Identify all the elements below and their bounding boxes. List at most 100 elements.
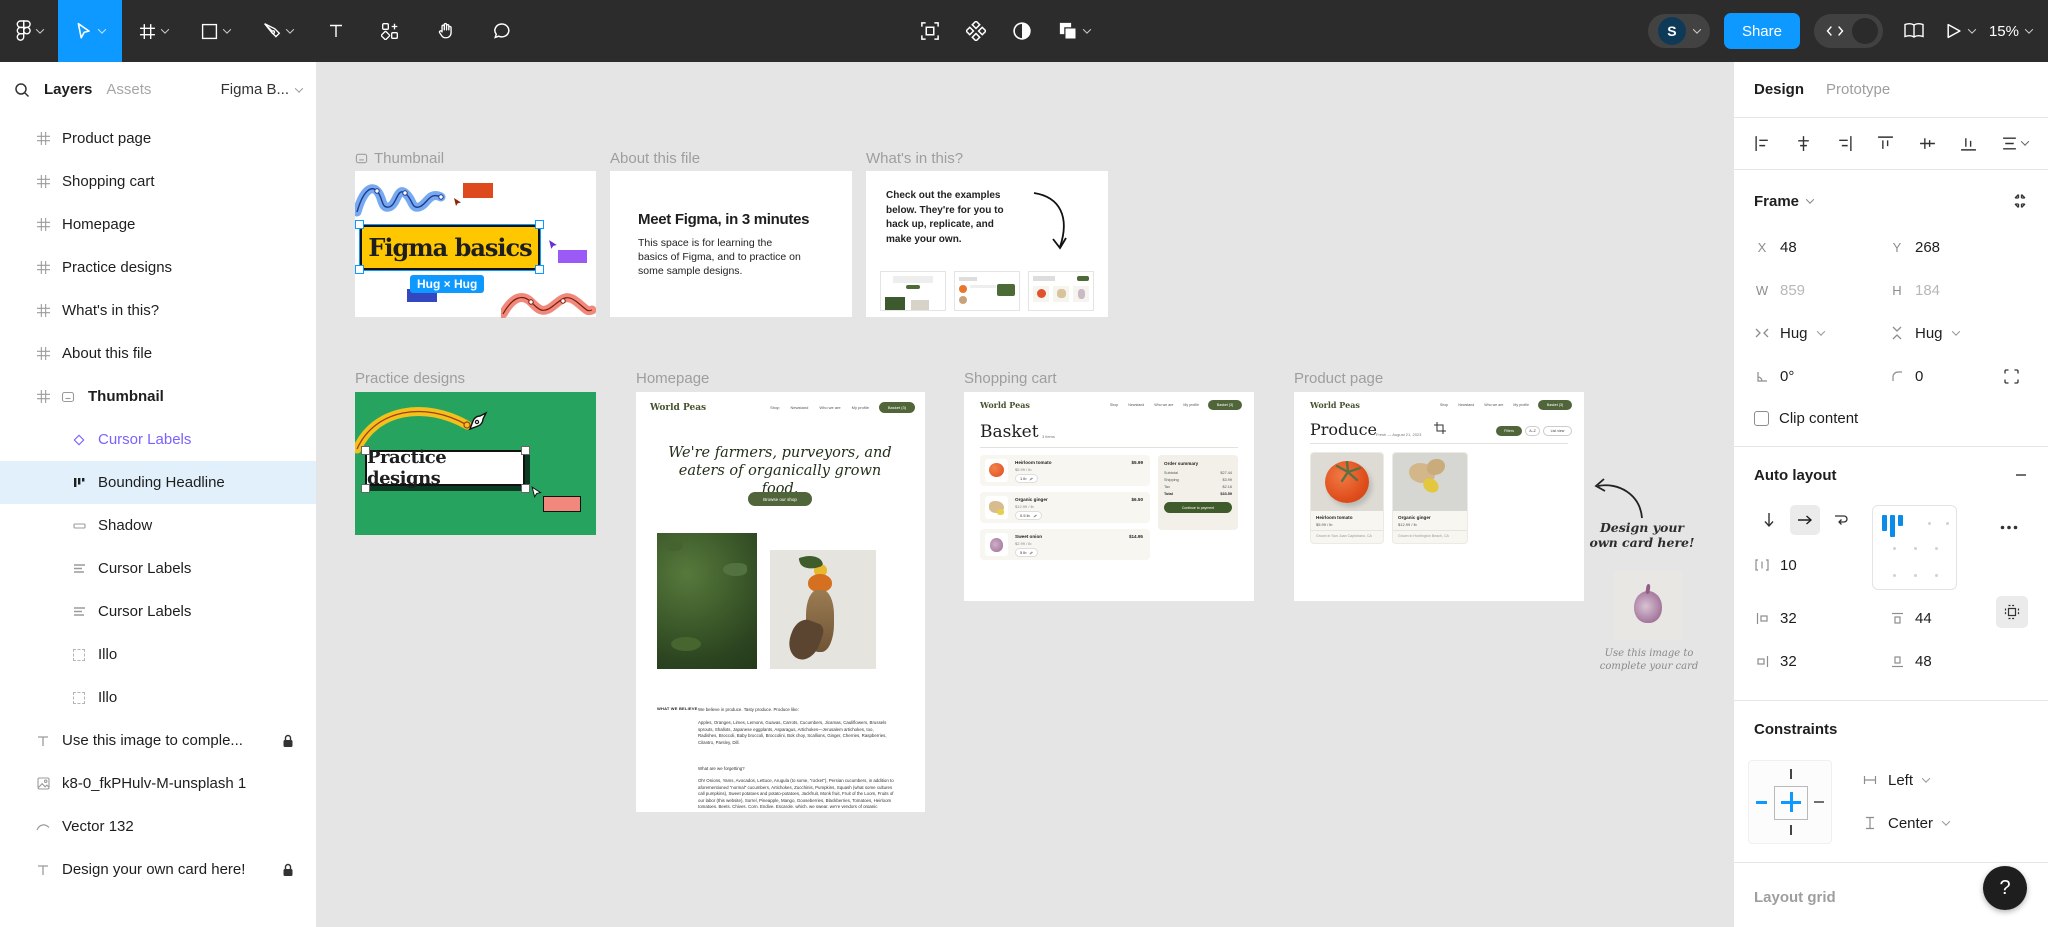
frame-label-product[interactable]: Product page (1294, 370, 1383, 387)
basket-button[interactable]: Basket (3) (1538, 400, 1572, 410)
actions-tool-button[interactable] (362, 0, 418, 62)
help-button[interactable]: ? (1983, 866, 2027, 910)
constraints-widget[interactable] (1748, 760, 1832, 844)
selection-handle[interactable] (535, 265, 544, 274)
library-icon[interactable] (1903, 22, 1925, 40)
collapse-panel-icon[interactable] (2012, 193, 2028, 209)
canvas[interactable]: Thumbnail About this file What's in this… (316, 62, 1734, 927)
hand-tool-button[interactable] (418, 0, 474, 62)
layer-row-shopping-cart[interactable]: Shopping cart (0, 160, 316, 203)
tab-prototype[interactable]: Prototype (1826, 81, 1890, 98)
frame-whats[interactable]: Check out the examples below. They're fo… (866, 171, 1108, 317)
nav-who-we-are[interactable]: Who we are (819, 405, 840, 410)
frame-label-whats[interactable]: What's in this? (866, 150, 963, 167)
direction-horizontal-icon[interactable] (1790, 505, 1820, 535)
clip-content-checkbox[interactable]: Clip content (1754, 403, 1858, 433)
frame-practice[interactable]: Practice designs (355, 392, 596, 535)
figma-basics-box[interactable]: Figma basics (360, 225, 540, 270)
selection-handle[interactable] (355, 220, 364, 229)
lock-icon[interactable] (282, 734, 294, 748)
padding-right-field[interactable]: 32 (1754, 646, 1797, 676)
rotation-field[interactable]: 0° (1754, 361, 1794, 391)
frame-label-shopping[interactable]: Shopping cart (964, 370, 1057, 387)
layer-row-cursor-labels[interactable]: Cursor Labels (0, 547, 316, 590)
layer-row-thumbnail[interactable]: Thumbnail (0, 375, 316, 418)
vertical-resizing-dropdown[interactable]: Hug (1889, 318, 1959, 348)
edit-object-icon[interactable] (920, 21, 940, 41)
independent-padding-toggle[interactable] (1996, 596, 2028, 628)
quantity-field[interactable]: 5 lb (1015, 548, 1038, 557)
horizontal-constraint-dropdown[interactable]: Left (1862, 765, 1929, 795)
x-position-field[interactable]: X48 (1754, 232, 1797, 262)
cart-item-row[interactable]: Heirloom tomato $5.99 / lb 1 lb $5.99 (980, 455, 1150, 486)
sort-chip[interactable]: A–Z (1525, 426, 1540, 436)
align-vertical-center-icon[interactable] (1919, 135, 1936, 152)
component-icon[interactable] (966, 21, 986, 41)
lock-icon[interactable] (282, 863, 294, 877)
move-tool-button[interactable] (58, 0, 122, 62)
layer-row-use-this-image[interactable]: Use this image to comple... (0, 719, 316, 762)
corner-radius-field[interactable]: 0 (1889, 361, 1923, 391)
comment-tool-button[interactable] (474, 0, 530, 62)
wrap-icon[interactable] (1826, 505, 1856, 535)
zoom-menu[interactable]: 15% (1989, 23, 2032, 40)
frame-type-dropdown[interactable]: Frame (1754, 193, 1813, 210)
cart-item-row[interactable]: Sweet onion $2.99 / lb 5 lb $14.95 (980, 529, 1150, 560)
frame-thumbnail[interactable]: Figma basics Hug × Hug (355, 171, 596, 317)
frame-label-homepage[interactable]: Homepage (636, 370, 709, 387)
frame-label-thumbnail[interactable]: Thumbnail (355, 150, 444, 167)
layer-row-illo[interactable]: Illo (0, 633, 316, 676)
frame-label-about[interactable]: About this file (610, 150, 700, 167)
vertical-constraint-dropdown[interactable]: Center (1862, 808, 1949, 838)
layer-row-shadow[interactable]: Shadow (0, 504, 316, 547)
browse-shop-button[interactable]: Browse our shop (748, 492, 812, 506)
search-icon[interactable] (14, 82, 30, 98)
layer-row-practice-designs[interactable]: Practice designs (0, 246, 316, 289)
share-button[interactable]: Share (1724, 13, 1800, 49)
tab-layers[interactable]: Layers (44, 81, 92, 98)
layer-row-product-page[interactable]: Product page (0, 117, 316, 160)
selection-handle[interactable] (521, 446, 530, 455)
shape-tool-button[interactable] (184, 0, 246, 62)
padding-left-field[interactable]: 32 (1754, 603, 1797, 633)
basket-button[interactable]: Basket (3) (879, 402, 915, 413)
selection-handle[interactable] (521, 484, 530, 493)
y-position-field[interactable]: Y268 (1889, 232, 1940, 262)
layer-row-whats-in-this[interactable]: What's in this? (0, 289, 316, 332)
align-top-icon[interactable] (1877, 135, 1894, 152)
nav-profile[interactable]: My profile (852, 405, 869, 410)
selection-handle[interactable] (361, 484, 370, 493)
align-right-icon[interactable] (1836, 135, 1853, 152)
account-menu[interactable]: S (1648, 14, 1710, 48)
layer-row-illo[interactable]: Illo (0, 676, 316, 719)
boolean-group-button[interactable] (1058, 21, 1090, 41)
width-field[interactable]: W859 (1754, 275, 1805, 305)
padding-bottom-field[interactable]: 48 (1889, 646, 1932, 676)
auto-layout-more-options[interactable] (2000, 512, 2018, 542)
align-bottom-icon[interactable] (1960, 135, 1977, 152)
layer-row-bounding-headline[interactable]: Bounding Headline (0, 461, 316, 504)
horizontal-resizing-dropdown[interactable]: Hug (1754, 318, 1824, 348)
selection-handle[interactable] (361, 446, 370, 455)
product-card-ginger[interactable]: Organic ginger $12.99 / lb Grown in Hunt… (1392, 452, 1468, 544)
align-horizontal-center-icon[interactable] (1795, 135, 1812, 152)
tab-design[interactable]: Design (1754, 81, 1804, 98)
frame-product[interactable]: World Peas Shop Newstand Who we are My p… (1294, 392, 1584, 601)
padding-top-field[interactable]: 44 (1889, 603, 1932, 633)
practice-title-box[interactable]: Practice designs (365, 450, 525, 486)
remove-auto-layout-icon[interactable] (2014, 468, 2028, 482)
gap-field[interactable]: 10 (1754, 550, 1797, 580)
layout-grid-header[interactable]: Layout grid (1754, 882, 1836, 912)
frame-tool-button[interactable] (122, 0, 184, 62)
nav-newstand[interactable]: Newstand (791, 405, 809, 410)
page-selector[interactable]: Figma B... (221, 81, 302, 98)
layer-row-cursor-labels[interactable]: Cursor Labels (0, 590, 316, 633)
frame-about[interactable]: Meet Figma, in 3 minutes This space is f… (610, 171, 852, 317)
selection-handle[interactable] (535, 220, 544, 229)
align-left-icon[interactable] (1754, 135, 1771, 152)
quantity-field[interactable]: 0.5 lb (1015, 511, 1042, 520)
onion-image[interactable] (1614, 571, 1682, 640)
mask-icon[interactable] (1012, 21, 1032, 41)
layer-row-about-this-file[interactable]: About this file (0, 332, 316, 375)
filters-chip[interactable]: Filters (1496, 426, 1522, 436)
